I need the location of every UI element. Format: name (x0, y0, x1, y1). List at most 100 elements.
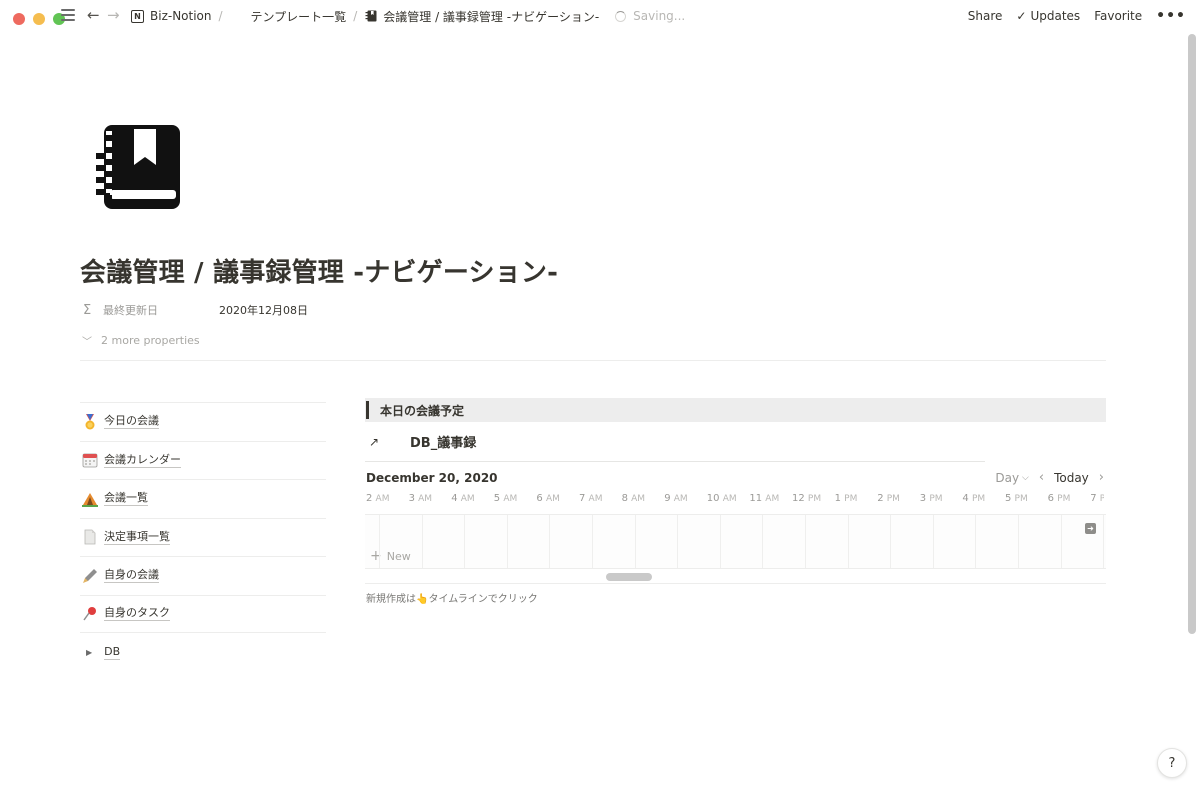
hour-number: 5 (1005, 493, 1015, 504)
breadcrumb-parent[interactable]: テンプレート一覧 (251, 8, 347, 25)
linked-database-title[interactable]: ↗ DB_議事録 (369, 432, 476, 452)
hour-number: 8 (621, 493, 632, 504)
timeline-grid-line (932, 515, 934, 568)
breadcrumb-separator: / (218, 9, 223, 23)
hour-period: AM (631, 494, 646, 504)
share-button[interactable]: Share (968, 9, 1003, 23)
nav-item-meeting-calendar[interactable]: 会議カレンダー (80, 440, 326, 480)
timeline-new-button[interactable]: + New (370, 548, 411, 564)
divider (365, 461, 985, 462)
navigation-list: 今日の会議 会議カレンダー 会議一覧 決定事項一覧 自身の会議 自身のタスク (80, 402, 326, 633)
nav-item-label: 決定事項一覧 (104, 529, 170, 545)
nav-item-my-meetings[interactable]: 自身の会議 (80, 556, 326, 595)
timeline-hour-label: 2 AM (366, 493, 389, 504)
camping-icon (82, 492, 98, 507)
timeline-grid-line (975, 515, 977, 568)
arrow-up-right-icon: ↗ (369, 434, 380, 449)
page-icon (84, 529, 96, 545)
timeline-grid-line (379, 515, 380, 568)
favorite-button[interactable]: Favorite (1094, 9, 1142, 23)
hour-period: PM (1099, 494, 1104, 504)
toggle-db[interactable]: ▶ DB (80, 633, 121, 671)
spinner-icon (615, 10, 627, 22)
hour-number: 6 (536, 493, 546, 504)
timeline-hour-label: 10 AM (707, 493, 737, 504)
breadcrumb: N Biz-Notion / テンプレート一覧 / 会議管理 / 議事録管理 -… (131, 0, 685, 32)
timeline-grid-line (890, 515, 892, 568)
hour-number: 11 (749, 493, 766, 504)
hour-number: 5 (493, 493, 504, 504)
chevron-right-icon[interactable]: › (1099, 470, 1104, 485)
hour-number: 12 (792, 493, 808, 504)
forward-arrow-icon[interactable]: → (107, 6, 120, 24)
timeline-view-select[interactable]: Day ⌵ (995, 471, 1029, 485)
triangle-right-icon[interactable]: ▶ (86, 648, 92, 657)
minimize-window-button[interactable] (33, 13, 45, 25)
timeline-grid-line (805, 515, 806, 568)
hour-number: 7 (1090, 493, 1100, 504)
timeline-grid-line (592, 515, 593, 568)
timeline-grid-line (506, 515, 508, 568)
timeline-hour-label: 4 PM (962, 493, 985, 504)
hour-period: AM (722, 494, 737, 504)
nav-item-label: 自身のタスク (104, 606, 170, 622)
hour-number: 6 (1047, 493, 1058, 504)
hour-period: AM (673, 494, 688, 504)
check-icon: ✓ (1016, 9, 1027, 23)
notion-logo-icon: N (131, 9, 144, 23)
timeline-hour-label: 1 PM (835, 493, 858, 504)
nav-item-meeting-list[interactable]: 会議一覧 (80, 479, 326, 518)
breadcrumb-current[interactable]: 会議管理 / 議事録管理 -ナビゲーション- (383, 8, 599, 25)
timeline-grid-line (634, 515, 636, 568)
nav-item-today-meeting[interactable]: 今日の会議 (80, 402, 326, 441)
nav-item-my-tasks[interactable]: 自身のタスク (80, 594, 326, 633)
back-arrow-icon[interactable]: ← (87, 6, 100, 24)
updates-label: Updates (1030, 9, 1081, 23)
timeline-hour-label: 2 PM (877, 493, 900, 504)
pen-icon (83, 568, 97, 583)
hour-period: PM (929, 494, 943, 504)
hour-number: 4 (451, 493, 461, 504)
toggle-label: DB (104, 644, 121, 660)
more-options-icon[interactable]: ••• (1156, 8, 1186, 24)
section-heading: 本日の会議予定 (380, 403, 465, 418)
breadcrumb-workspace[interactable]: Biz-Notion (150, 9, 212, 23)
hour-period: AM (765, 494, 780, 504)
notebook-page-icon[interactable] (96, 123, 182, 211)
timeline-hour-label: 9 AM (664, 493, 687, 504)
timeline-scrollbar[interactable] (365, 570, 1106, 584)
open-in-full-icon[interactable]: ➜ (1085, 523, 1096, 534)
hour-period: AM (375, 494, 390, 504)
hour-number: 7 (579, 493, 589, 504)
calendar-icon (82, 453, 98, 468)
chevron-down-icon: ⌵ (1022, 472, 1029, 483)
timeline-scroll-thumb[interactable] (606, 573, 652, 581)
property-row-last-edited[interactable]: Σ 最終更新日 2020年12月08日 (80, 300, 308, 320)
hour-period: AM (588, 494, 603, 504)
timeline-hour-label: 6 PM (1048, 493, 1071, 504)
hour-number: 3 (919, 493, 930, 504)
nav-item-decisions-list[interactable]: 決定事項一覧 (80, 517, 326, 557)
timeline-grid-line (1060, 515, 1062, 568)
page-scrollbar[interactable] (1188, 34, 1196, 634)
timeline-grid-line (677, 515, 679, 568)
nav-item-label: 会議一覧 (104, 491, 148, 507)
chevron-left-icon[interactable]: ‹ (1039, 470, 1044, 485)
page-title[interactable]: 会議管理 / 議事録管理 -ナビゲーション- (80, 252, 558, 289)
window-controls (13, 13, 65, 25)
sidebar-toggle-icon[interactable] (61, 9, 75, 21)
nav-item-label: 自身の会議 (104, 568, 159, 584)
updates-button[interactable]: ✓ Updates (1016, 9, 1080, 23)
more-properties-toggle[interactable]: ﹀ 2 more properties (82, 331, 200, 349)
close-window-button[interactable] (13, 13, 25, 25)
hour-number: 10 (706, 493, 723, 504)
today-button[interactable]: Today (1054, 471, 1089, 485)
hour-period: AM (545, 494, 560, 504)
hour-period: PM (886, 494, 900, 504)
timeline-grid[interactable]: ➜ + New (365, 514, 1106, 569)
timeline-hour-label: 8 AM (622, 493, 645, 504)
help-button[interactable]: ? (1157, 748, 1187, 778)
hour-period: PM (1057, 494, 1071, 504)
timeline-hint: 新規作成は👆タイムラインでクリック (366, 594, 538, 605)
timeline-hour-label: 4 AM (451, 493, 474, 504)
